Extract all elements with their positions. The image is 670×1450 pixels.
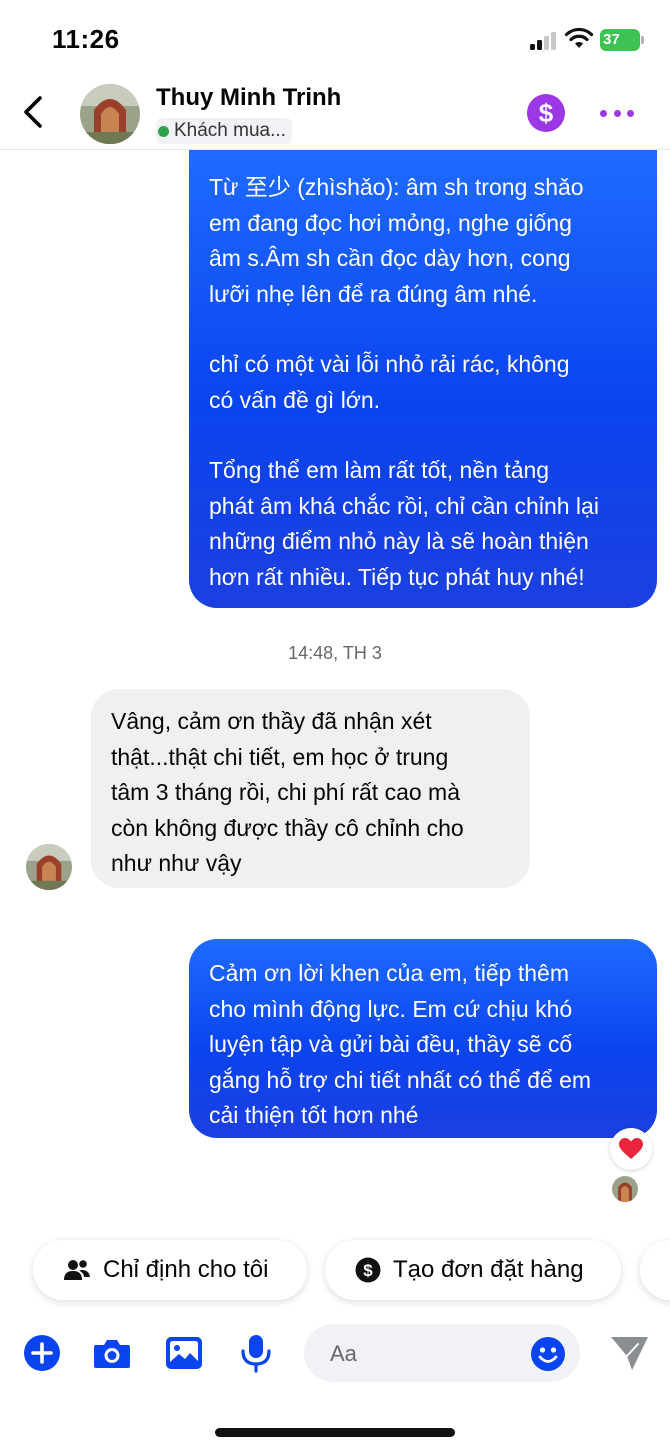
plus-icon[interactable]: [22, 1333, 62, 1373]
emoji-icon[interactable]: [530, 1336, 566, 1372]
message-input[interactable]: Aa: [304, 1324, 580, 1382]
battery-level: 37: [603, 31, 620, 48]
sender-avatar[interactable]: [26, 844, 72, 890]
message-paragraph: chỉ có một vài lỗi nhỏ rải rác, không có…: [209, 351, 570, 413]
payment-dollar-button[interactable]: $: [527, 94, 565, 132]
incoming-message-bubble[interactable]: Vâng, cảm ơn thầy đã nhận xét thật...thậ…: [91, 689, 530, 888]
message-paragraph: Cảm ơn lời khen của em, tiếp thêm cho mì…: [209, 960, 592, 1128]
status-bar: 11:26 37: [0, 0, 670, 78]
more-actions-chip[interactable]: [640, 1240, 670, 1300]
wifi-icon: [564, 27, 594, 48]
contact-name[interactable]: Thuy Minh Trinh: [156, 84, 341, 112]
dollar-circle-icon: $: [355, 1257, 381, 1283]
chat-header: Thuy Minh Trinh Khách mua... $: [0, 78, 670, 150]
outgoing-message-bubble[interactable]: Cảm ơn lời khen của em, tiếp thêm cho mì…: [189, 939, 657, 1138]
battery-indicator: 37: [600, 29, 644, 51]
create-order-label: Tạo đơn đặt hàng: [393, 1256, 584, 1283]
contact-status-label[interactable]: Khách mua...: [156, 118, 292, 144]
back-arrow-icon[interactable]: [16, 92, 52, 132]
more-options-icon[interactable]: [600, 98, 634, 128]
heart-icon: [619, 1138, 643, 1159]
contact-avatar[interactable]: [80, 84, 140, 144]
assign-to-me-label: Chỉ định cho tôi: [103, 1256, 269, 1283]
message-input-placeholder: Aa: [330, 1341, 357, 1366]
message-composer: Aa: [0, 1320, 670, 1390]
camera-icon[interactable]: [92, 1333, 132, 1373]
outgoing-message-bubble[interactable]: Từ 至少 (zhìshǎo): âm sh trong shǎo em đan…: [189, 150, 657, 608]
cellular-signal-icon: [530, 32, 558, 50]
assign-to-me-button[interactable]: Chỉ định cho tôi: [33, 1240, 307, 1300]
message-paragraph: Tổng thể em làm rất tốt, nền tảng phát â…: [209, 457, 599, 590]
home-indicator: [215, 1428, 455, 1437]
seen-receipt-avatar: [612, 1176, 638, 1202]
send-icon[interactable]: [608, 1334, 650, 1372]
message-reaction[interactable]: [610, 1128, 652, 1170]
message-timestamp: 14:48, TH 3: [288, 643, 382, 663]
online-status-dot: [158, 125, 169, 137]
microphone-icon[interactable]: [236, 1333, 276, 1373]
message-paragraph: Từ 至少 (zhìshǎo): âm sh trong shǎo em đan…: [209, 174, 584, 307]
svg-text:$: $: [363, 1261, 373, 1280]
status-time: 11:26: [52, 24, 120, 54]
photo-gallery-icon[interactable]: [164, 1333, 204, 1373]
people-icon: [64, 1260, 90, 1280]
create-order-button[interactable]: $ Tạo đơn đặt hàng: [325, 1240, 621, 1300]
contact-status-text: Khách mua...: [174, 120, 286, 141]
